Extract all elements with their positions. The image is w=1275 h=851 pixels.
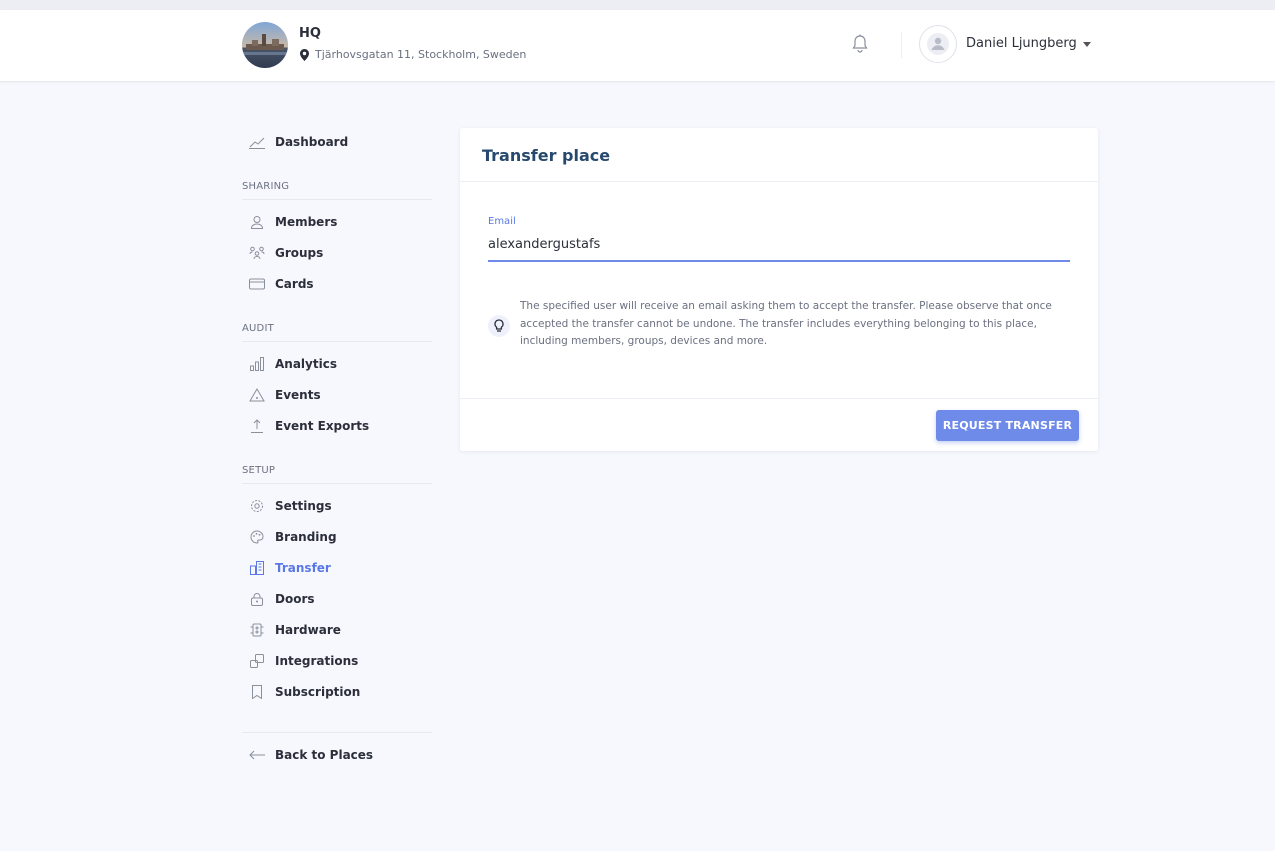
integration-icon (248, 652, 266, 670)
palette-icon (248, 528, 266, 546)
email-label: Email (488, 216, 516, 227)
chip-icon (248, 621, 266, 639)
page-title: Transfer place (482, 146, 611, 165)
top-header: HQ Tjärhovsgatan 11, Stockholm, Sweden D… (0, 10, 1275, 82)
sidebar-item-label: Branding (275, 530, 337, 544)
sidebar-item-branding[interactable]: Branding (242, 524, 337, 550)
sidebar-item-label: Hardware (275, 623, 341, 637)
back-to-places-link[interactable]: Back to Places (242, 742, 373, 768)
sidebar-item-events[interactable]: Events (242, 382, 321, 408)
place-name: HQ (299, 26, 321, 41)
gear-icon (248, 497, 266, 515)
section-divider (242, 732, 432, 733)
bell-icon[interactable] (851, 34, 869, 54)
card-divider (460, 398, 1098, 399)
sidebar-item-subscription[interactable]: Subscription (242, 679, 360, 705)
sidebar-item-hardware[interactable]: Hardware (242, 617, 341, 643)
section-label-audit: AUDIT (242, 323, 274, 334)
sidebar-item-integrations[interactable]: Integrations (242, 648, 358, 674)
lightbulb-icon (488, 315, 510, 337)
sidebar-item-settings[interactable]: Settings (242, 493, 332, 519)
place-address: Tjärhovsgatan 11, Stockholm, Sweden (300, 48, 526, 61)
sidebar-item-analytics[interactable]: Analytics (242, 351, 337, 377)
request-transfer-button[interactable]: REQUEST TRANSFER (936, 410, 1079, 441)
sidebar-item-cards[interactable]: Cards (242, 271, 314, 297)
email-input[interactable] (488, 234, 1070, 262)
sidebar-item-label: Analytics (275, 357, 337, 371)
section-divider (242, 341, 432, 342)
lock-icon (248, 590, 266, 608)
sidebar-item-label: Events (275, 388, 321, 402)
place-address-text: Tjärhovsgatan 11, Stockholm, Sweden (315, 48, 527, 61)
card-icon (248, 275, 266, 293)
section-label-sharing: SHARING (242, 181, 290, 192)
warning-triangle-icon (248, 386, 266, 404)
sidebar-item-label: Integrations (275, 654, 359, 668)
back-to-places-label: Back to Places (275, 748, 374, 762)
chevron-down-icon (1082, 42, 1091, 47)
sidebar-item-label: Groups (275, 246, 324, 260)
arrow-left-icon (248, 746, 266, 764)
sidebar-item-label: Transfer (275, 561, 331, 575)
upload-icon (248, 417, 266, 435)
section-divider (242, 483, 432, 484)
bar-chart-icon (248, 355, 266, 373)
user-icon (248, 213, 266, 231)
browser-top-strip (0, 0, 1275, 10)
header-divider (901, 32, 902, 58)
sidebar-item-event-exports[interactable]: Event Exports (242, 413, 369, 439)
card-divider (460, 181, 1098, 182)
sidebar-item-label: Settings (275, 499, 332, 513)
chart-line-icon (248, 133, 266, 151)
sidebar-item-doors[interactable]: Doors (242, 586, 315, 612)
sidebar-item-members[interactable]: Members (242, 209, 337, 235)
group-icon (248, 244, 266, 262)
bookmark-icon (248, 683, 266, 701)
sidebar-item-label: Doors (275, 592, 315, 606)
user-menu[interactable]: Daniel Ljungberg (966, 36, 1091, 51)
sidebar-item-transfer[interactable]: Transfer (242, 555, 331, 581)
sidebar-item-groups[interactable]: Groups (242, 240, 323, 266)
place-avatar[interactable] (242, 22, 288, 68)
buildings-icon (248, 559, 266, 577)
section-divider (242, 199, 432, 200)
sidebar-item-label: Subscription (275, 685, 361, 699)
user-avatar[interactable] (919, 25, 957, 63)
transfer-place-card: Transfer place Email The specified user … (460, 128, 1098, 451)
sidebar-item-label: Cards (275, 277, 314, 291)
sidebar-item-label: Members (275, 215, 338, 229)
map-pin-icon (300, 48, 309, 61)
sidebar-item-dashboard[interactable]: Dashboard (242, 129, 348, 155)
user-name: Daniel Ljungberg (966, 36, 1077, 51)
transfer-info-text: The specified user will receive an email… (520, 300, 1052, 347)
sidebar-item-label: Dashboard (275, 135, 349, 149)
sidebar-item-label: Event Exports (275, 419, 370, 433)
section-label-setup: SETUP (242, 465, 276, 476)
